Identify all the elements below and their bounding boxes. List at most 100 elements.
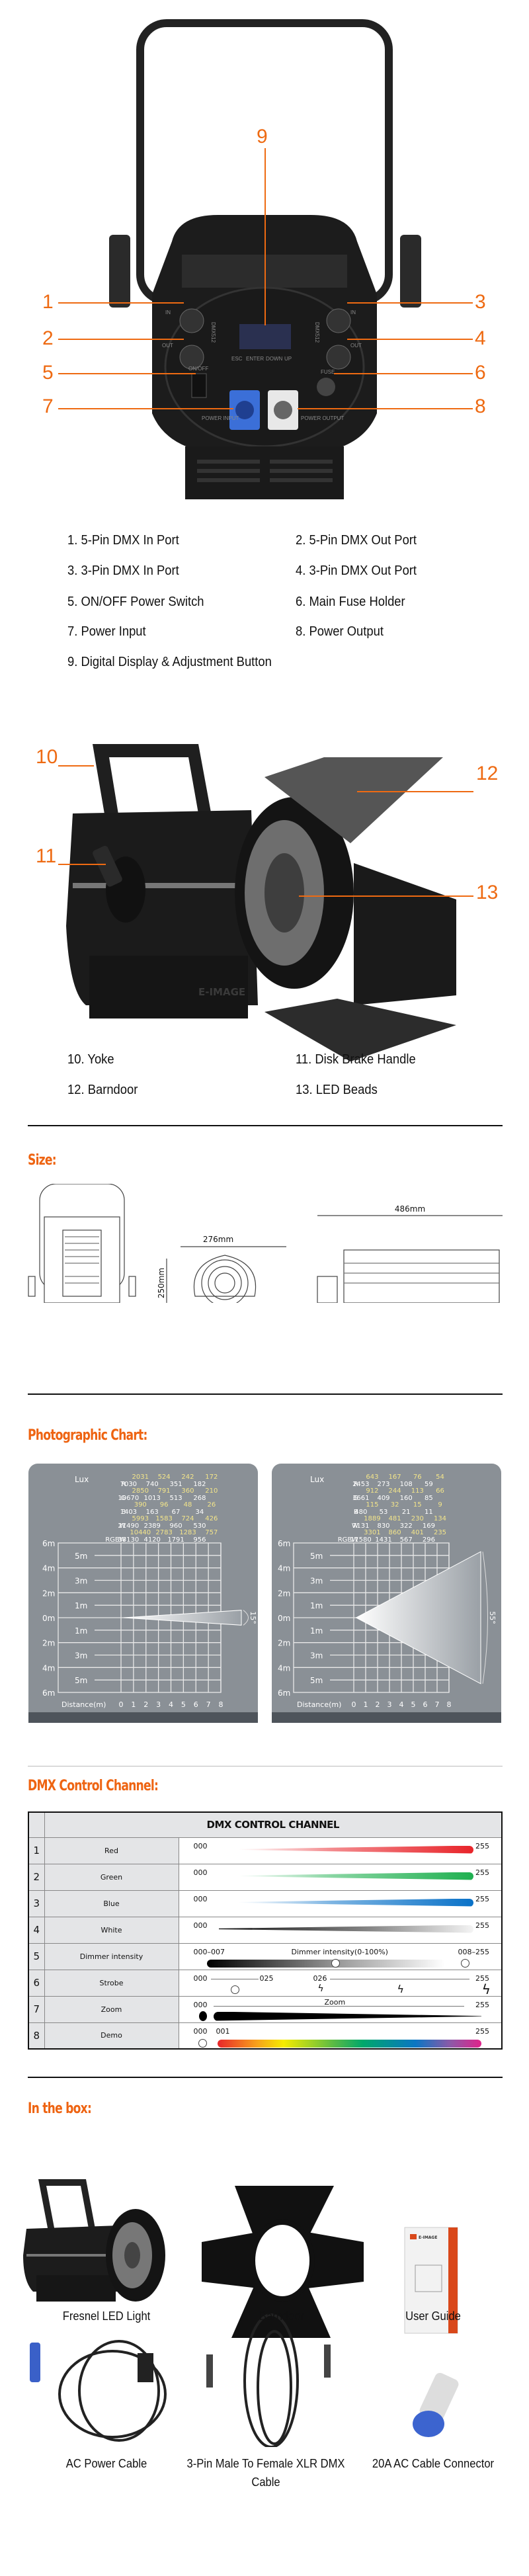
lux-value: 9	[438, 1501, 442, 1509]
channel-number: 4	[28, 1916, 45, 1944]
height-tick-label: 1m	[310, 1626, 323, 1636]
callout-6: 6	[475, 362, 486, 384]
lux-value: 724	[181, 1515, 194, 1522]
height-tick-label: 2m	[42, 1639, 55, 1648]
beam-cone	[355, 1551, 481, 1684]
range-min: 000–007	[193, 1947, 225, 1956]
lux-value: 242	[181, 1474, 194, 1481]
range-max: 255	[475, 1868, 489, 1877]
dimmer-mid-label: Dimmer intensity(0-100%)	[291, 1947, 388, 1956]
lux-value: 235	[434, 1529, 446, 1536]
height-tick-label: 1m	[75, 1601, 87, 1610]
channel-value-range: 000 255	[178, 1863, 503, 1891]
callout-line-4	[347, 339, 473, 340]
callout-line-13	[299, 895, 473, 897]
distance-tick-label: 2	[376, 1700, 380, 1709]
lux-value: 134	[434, 1515, 446, 1522]
feature-2: 2. 5-Pin DMX Out Port	[296, 533, 417, 548]
manual-logo: E-IMAGE	[419, 2235, 437, 2240]
channel-value-range: 000 255 025 026 ϟ ϟ ϟ	[178, 1969, 503, 1997]
demo-a-label: 001	[216, 2026, 230, 2036]
distance-tick-label: 1	[131, 1700, 136, 1709]
callout-line-1	[58, 302, 184, 304]
size-title: Size:	[28, 1152, 57, 1169]
height-dimension: 250mm	[157, 1268, 166, 1298]
feature-3: 3. 3-Pin DMX In Port	[67, 563, 179, 578]
height-tick-label: 4m	[42, 1564, 55, 1573]
lux-value: 54	[436, 1474, 444, 1481]
channel-value-range: 000 255	[178, 1890, 503, 1917]
lux-value: 1791	[167, 1536, 184, 1544]
item-caption: 3-Pin Male To Female XLR DMX Cable	[186, 2457, 345, 2489]
distance-tick-label: 0	[119, 1700, 124, 1709]
distance-axis-label: Distance(m)	[61, 1700, 106, 1709]
height-tick-label: 4m	[278, 1564, 290, 1573]
distance-tick-label: 3	[156, 1700, 161, 1709]
height-tick-label: 5m	[310, 1552, 323, 1561]
dimmer-off-icon	[461, 1958, 469, 1968]
channel-name: Red	[44, 1837, 179, 1864]
zoom-dot-icon	[198, 2011, 207, 2021]
panel-footer	[28, 1712, 258, 1723]
callout-line-7	[58, 408, 233, 409]
lux-value: 351	[170, 1481, 183, 1488]
callout-11: 11	[36, 845, 57, 867]
range-min: 000	[193, 2000, 208, 2009]
channel-name: Dimmer intensity	[44, 1942, 179, 1970]
distance-tick-label: 4	[169, 1700, 173, 1709]
channel-value-range: 000 255	[178, 1916, 503, 1944]
lux-value: 1283	[179, 1529, 196, 1536]
lux-value: 10440	[130, 1529, 151, 1536]
callout-1: 1	[42, 291, 54, 313]
callout-line-6	[334, 373, 473, 374]
feature-8: 8. Power Output	[296, 624, 384, 639]
feature-6: 6. Main Fuse Holder	[296, 595, 405, 609]
range-max: 008–255	[458, 1947, 490, 1956]
callout-line-5	[58, 373, 196, 374]
callout-line-2	[58, 339, 184, 340]
range-min: 000	[193, 1841, 208, 1850]
range-min: 000	[193, 1974, 208, 1983]
lux-value: 513	[170, 1495, 183, 1502]
lux-value: 96	[160, 1501, 169, 1509]
lux-value: 38130	[118, 1536, 139, 1544]
height-tick-label: 4m	[42, 1663, 55, 1673]
lux-value: 59	[425, 1481, 433, 1488]
divider	[28, 2077, 503, 2078]
channel-number: 3	[28, 1890, 45, 1917]
lux-value: 172	[205, 1474, 218, 1481]
down-label: DOWN	[266, 356, 283, 362]
channel-value-range: 000–007 008–255 Dimmer intensity(0-100%)	[178, 1942, 503, 1970]
callout-line-3	[347, 302, 473, 304]
channel-row: 1 Red 000 255	[28, 1837, 503, 1864]
lux-value: 11580	[350, 1536, 372, 1544]
lux-value: 2031	[132, 1474, 149, 1481]
height-tick-label: 3m	[75, 1651, 87, 1661]
distance-tick-label: 6	[194, 1700, 198, 1709]
beam-angle-label: 55°	[488, 1611, 497, 1624]
strobe-off-icon	[230, 1985, 239, 1994]
brand-logo: E-IMAGE	[198, 986, 245, 998]
callout-4: 4	[475, 327, 486, 349]
distance-tick-label: 7	[435, 1700, 440, 1709]
channel-name: Strobe	[44, 1969, 179, 1997]
feature-11: 11. Disk Brake Handle	[296, 1052, 416, 1067]
lux-value: 860	[389, 1529, 401, 1536]
lux-value: 26	[207, 1501, 216, 1509]
lux-value: 956	[193, 1536, 206, 1544]
length-dimension: 486mm	[395, 1204, 425, 1214]
lux-value: 34	[196, 1509, 204, 1516]
lux-value: 230	[411, 1515, 424, 1522]
channel-value-range: 000 255 Zoom	[178, 1995, 503, 2023]
callout-12: 12	[476, 763, 499, 784]
enter-label: ENTER	[246, 356, 264, 362]
lux-value: 66	[436, 1487, 444, 1495]
range-max: 255	[475, 1894, 489, 1903]
callout-9: 9	[257, 126, 268, 147]
divider	[28, 1393, 503, 1395]
lux-value: 32	[391, 1501, 399, 1509]
distance-tick-label: 2	[143, 1700, 148, 1709]
feature-12: 12. Barndoor	[67, 1083, 138, 1097]
distance-tick-label: 8	[219, 1700, 224, 1709]
lux-value: 481	[389, 1515, 401, 1522]
